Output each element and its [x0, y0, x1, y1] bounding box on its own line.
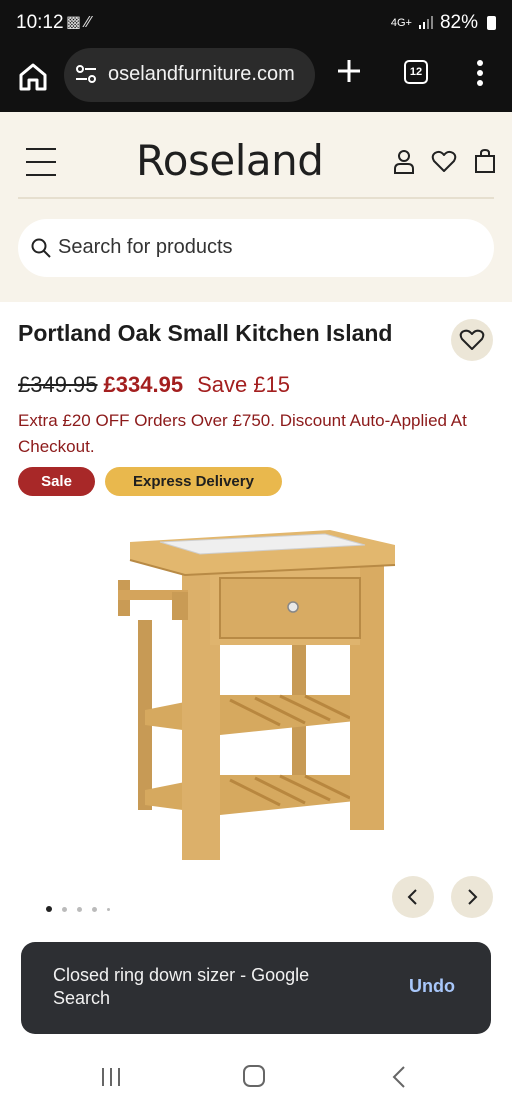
basket-icon[interactable]	[474, 148, 496, 174]
site-settings-icon[interactable]	[74, 62, 98, 86]
heart-icon	[459, 329, 485, 350]
status-time: 10:12	[16, 12, 64, 33]
carousel-dot[interactable]	[77, 906, 82, 912]
tab-switcher-button[interactable]: 12	[404, 60, 428, 84]
image-carousel-dots	[46, 906, 110, 912]
carousel-dot[interactable]	[46, 906, 52, 912]
network-indicator: 4G+	[390, 17, 412, 29]
product-title: Portland Oak Small Kitchen Island	[18, 320, 393, 346]
chevron-left-icon	[407, 889, 417, 905]
express-delivery-badge: Express Delivery	[105, 467, 282, 496]
url-text: oselandfurniture.com	[108, 63, 295, 85]
signal-icon	[418, 16, 433, 29]
address-bar[interactable]: oselandfurniture.com	[64, 48, 315, 102]
search-icon	[31, 238, 51, 258]
search-input[interactable]: Search for products	[58, 236, 233, 259]
account-icon[interactable]	[392, 148, 416, 174]
system-nav-bar	[0, 1044, 512, 1109]
next-image-button[interactable]	[451, 876, 493, 918]
carousel-dot[interactable]	[62, 906, 67, 912]
carousel-dot[interactable]	[92, 906, 97, 912]
page: 10:12 ▩ ⁄⁄ 4G+ 82% oselandfurniture.com	[0, 0, 512, 1109]
chevron-right-icon	[468, 889, 478, 905]
carousel-dot[interactable]	[107, 907, 110, 911]
battery-percent: 82%	[439, 12, 478, 33]
promo-text: Extra £20 OFF Orders Over £750. Discount…	[18, 411, 467, 456]
browser-toolbar: oselandfurniture.com 12	[0, 46, 512, 112]
original-price: £349.95	[18, 372, 98, 397]
recent-apps-icon[interactable]	[100, 1066, 124, 1088]
price-row: £349.95 £334.95 Save £15	[18, 372, 290, 398]
status-bar: 10:12 ▩ ⁄⁄ 4G+ 82%	[0, 0, 512, 46]
site-logo[interactable]: Roseland	[136, 136, 324, 185]
search-bar[interactable]: Search for products	[18, 219, 494, 277]
site-header: Roseland Search for products	[0, 112, 512, 302]
back-icon[interactable]	[390, 1064, 408, 1090]
add-to-wishlist-button[interactable]	[451, 319, 493, 361]
more-menu-icon[interactable]	[470, 58, 490, 88]
menu-icon[interactable]	[26, 148, 56, 178]
undo-button[interactable]: Undo	[409, 976, 455, 997]
wishlist-icon[interactable]	[431, 148, 457, 174]
home-button-icon[interactable]	[243, 1065, 265, 1087]
battery-icon	[487, 16, 496, 30]
product-image[interactable]	[110, 520, 410, 865]
savings-amount: Save £15	[197, 372, 291, 397]
status-right: 4G+ 82%	[391, 12, 496, 34]
snackbar-message: Closed ring down sizer - Google Search	[53, 965, 310, 1008]
notification-icons: ▩ ⁄⁄	[66, 14, 91, 31]
snackbar: Closed ring down sizer - Google Search U…	[21, 942, 491, 1034]
new-tab-icon[interactable]	[334, 56, 364, 86]
header-divider	[18, 197, 494, 199]
sale-price: £334.95	[103, 372, 184, 397]
home-icon[interactable]	[16, 60, 50, 94]
sale-badge: Sale	[18, 467, 95, 496]
previous-image-button[interactable]	[392, 876, 434, 918]
